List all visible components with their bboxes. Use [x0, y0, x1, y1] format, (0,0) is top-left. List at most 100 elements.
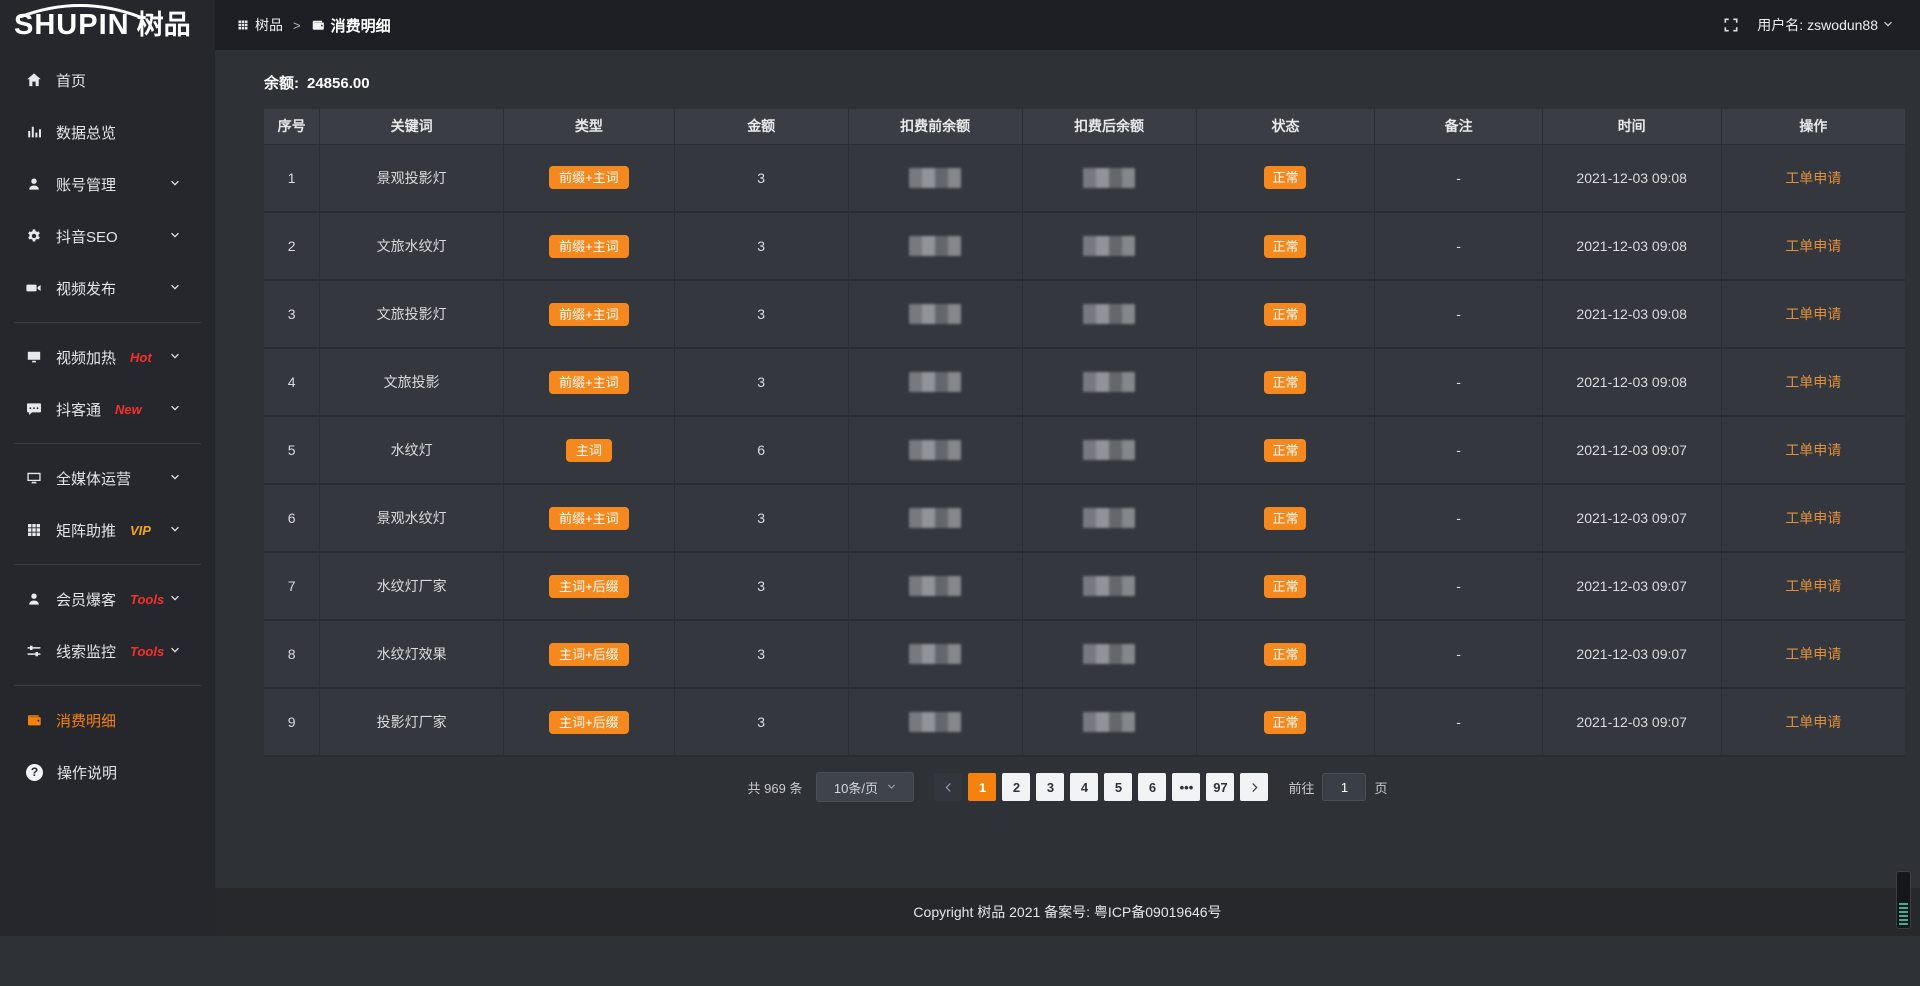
- work-order-link[interactable]: 工单申请: [1785, 714, 1841, 730]
- balance-value: 24856.00: [307, 75, 370, 92]
- page-button[interactable]: 3: [1036, 773, 1064, 801]
- sidebar-item[interactable]: 账号管理: [14, 158, 201, 210]
- cell-type: 主词+后缀: [504, 688, 675, 756]
- cell-time: 2021-12-03 09:07: [1542, 484, 1721, 552]
- chat-icon: [26, 401, 42, 417]
- sidebar-item[interactable]: 会员爆客Tools: [14, 573, 201, 625]
- type-badge: 前缀+主词: [549, 371, 629, 394]
- cell-keyword: 水纹灯效果: [320, 620, 504, 688]
- blurred-amount: [1083, 712, 1135, 732]
- cell-remark: -: [1375, 688, 1542, 756]
- fullscreen-icon[interactable]: [1723, 17, 1739, 33]
- chevron-down-icon: [169, 230, 195, 242]
- table-row: 2文旅水纹灯前缀+主词3正常-2021-12-03 09:08工单申请: [264, 212, 1905, 280]
- page-size-select[interactable]: 10条/页: [816, 772, 914, 802]
- chevron-down-icon: [169, 351, 181, 363]
- sidebar-item[interactable]: 首页: [14, 54, 201, 106]
- user-menu[interactable]: 用户名: zswodun88: [1757, 15, 1894, 35]
- table-row: 7水纹灯厂家主词+后缀3正常-2021-12-03 09:07工单申请: [264, 552, 1905, 620]
- cell-balance-before: [848, 280, 1022, 348]
- breadcrumb-item-home[interactable]: 树品: [237, 15, 283, 35]
- cell-balance-before: [848, 416, 1022, 484]
- goto-suffix: 页: [1374, 778, 1387, 797]
- work-order-link[interactable]: 工单申请: [1785, 510, 1841, 526]
- topbar: SHUPIN 树品 树品 > 消费明细 用户名: zswodun88: [0, 0, 1920, 50]
- chevron-down-icon: [169, 178, 181, 190]
- work-order-link[interactable]: 工单申请: [1785, 578, 1841, 594]
- blurred-amount: [1083, 372, 1135, 392]
- work-order-link[interactable]: 工单申请: [1785, 442, 1841, 458]
- work-order-link[interactable]: 工单申请: [1785, 170, 1841, 186]
- sidebar-item-label: 会员爆客: [56, 589, 116, 610]
- table-row: 3文旅投影灯前缀+主词3正常-2021-12-03 09:08工单申请: [264, 280, 1905, 348]
- chevron-down-icon: [886, 782, 897, 793]
- cell-remark: -: [1375, 144, 1542, 212]
- page-button[interactable]: 1: [968, 773, 996, 801]
- cell-time: 2021-12-03 09:08: [1542, 212, 1721, 280]
- pagination-total: 共 969 条: [748, 778, 803, 797]
- sidebar-item[interactable]: 全媒体运营: [14, 452, 201, 504]
- table-header-row: 序号关键词类型金额扣费前余额扣费后余额状态备注时间操作: [264, 109, 1905, 144]
- cell-balance-after: [1022, 280, 1196, 348]
- cell-type: 主词: [504, 416, 675, 484]
- sidebar-item[interactable]: 抖客通New: [14, 383, 201, 435]
- work-order-link[interactable]: 工单申请: [1785, 238, 1841, 254]
- prev-page-button[interactable]: [934, 773, 962, 801]
- work-order-link[interactable]: 工单申请: [1785, 374, 1841, 390]
- cell-action: 工单申请: [1721, 348, 1905, 416]
- sidebar-item[interactable]: 抖音SEO: [14, 210, 201, 262]
- cell-action: 工单申请: [1721, 416, 1905, 484]
- column-header: 备注: [1375, 109, 1542, 144]
- username-label: 用户名:: [1757, 15, 1803, 35]
- type-badge: 主词+后缀: [549, 575, 629, 598]
- page-button[interactable]: 6: [1138, 773, 1166, 801]
- scrollbar-widget[interactable]: [1896, 871, 1911, 929]
- sidebar-item[interactable]: ?操作说明: [14, 746, 201, 798]
- cell-balance-after: [1022, 212, 1196, 280]
- page-button[interactable]: 4: [1070, 773, 1098, 801]
- cell-action: 工单申请: [1721, 484, 1905, 552]
- bar-chart-icon: [26, 124, 42, 140]
- work-order-link[interactable]: 工单申请: [1785, 306, 1841, 322]
- cell-status: 正常: [1196, 620, 1375, 688]
- column-header: 状态: [1196, 109, 1375, 144]
- status-badge: 正常: [1264, 235, 1306, 258]
- sidebar-item[interactable]: 数据总览: [14, 106, 201, 158]
- balance-label: 余额:: [264, 75, 299, 92]
- sidebar-item[interactable]: 矩阵助推VIP: [14, 504, 201, 556]
- cell-balance-before: [848, 688, 1022, 756]
- page-button[interactable]: 97: [1206, 773, 1234, 801]
- layout: 首页数据总览账号管理抖音SEO视频发布视频加热Hot抖客通New 全媒体运营矩阵助…: [0, 50, 1920, 936]
- page-button[interactable]: 5: [1104, 773, 1132, 801]
- cell-amount: 3: [674, 348, 848, 416]
- work-order-link[interactable]: 工单申请: [1785, 646, 1841, 662]
- cell-keyword: 景观投影灯: [320, 144, 504, 212]
- sidebar-item[interactable]: 视频加热Hot: [14, 331, 201, 383]
- column-header: 类型: [504, 109, 675, 144]
- breadcrumb-item-current[interactable]: 消费明细: [311, 15, 391, 36]
- goto-page: 前往 页: [1288, 773, 1387, 801]
- sidebar-item[interactable]: 线索监控Tools: [14, 625, 201, 677]
- sidebar-item-label: 抖客通: [56, 399, 101, 420]
- sidebar-item[interactable]: 消费明细: [14, 694, 201, 746]
- sidebar-item[interactable]: 视频发布: [14, 262, 201, 314]
- sidebar-group: 会员爆客Tools线索监控Tools: [14, 564, 201, 677]
- page-button[interactable]: 2: [1002, 773, 1030, 801]
- cell-index: 2: [264, 212, 320, 280]
- cell-type: 前缀+主词: [504, 280, 675, 348]
- cell-action: 工单申请: [1721, 688, 1905, 756]
- next-page-button[interactable]: [1240, 773, 1268, 801]
- table-row: 9投影灯厂家主词+后缀3正常-2021-12-03 09:07工单申请: [264, 688, 1905, 756]
- cell-action: 工单申请: [1721, 552, 1905, 620]
- cell-action: 工单申请: [1721, 280, 1905, 348]
- more-pages-button[interactable]: •••: [1172, 773, 1200, 801]
- chevron-down-icon: [169, 645, 181, 657]
- logo[interactable]: SHUPIN 树品: [0, 0, 215, 50]
- cell-balance-before: [848, 212, 1022, 280]
- user-icon: [26, 591, 42, 607]
- goto-page-input[interactable]: [1322, 773, 1366, 801]
- screen-icon: [26, 349, 42, 365]
- cell-keyword: 水纹灯: [320, 416, 504, 484]
- cell-keyword: 投影灯厂家: [320, 688, 504, 756]
- chevron-down-icon: [169, 593, 181, 605]
